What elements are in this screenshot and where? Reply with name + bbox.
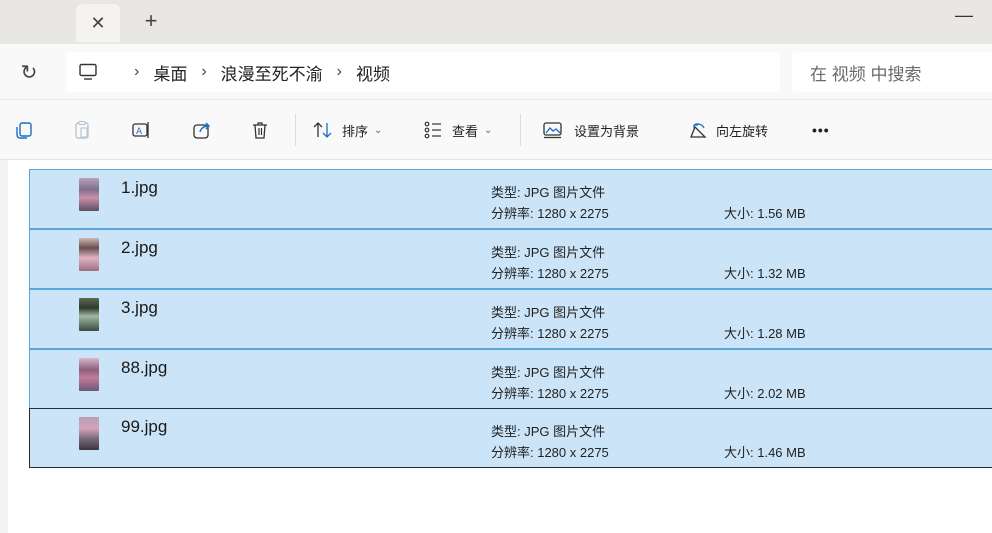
- file-type: 类型: JPG 图片文件: [491, 245, 606, 260]
- file-row[interactable]: 88.jpg 类型: JPG 图片文件 分辨率: 1280 x 2275 大小:…: [29, 349, 992, 409]
- view-label: 查看: [452, 123, 479, 139]
- set-background-icon: [542, 121, 564, 139]
- file-name[interactable]: 1.jpg: [121, 178, 158, 198]
- file-row[interactable]: 1.jpg 类型: JPG 图片文件 分辨率: 1280 x 2275 大小: …: [29, 169, 992, 229]
- plus-icon: +: [144, 8, 158, 33]
- image-thumbnail: [79, 178, 99, 211]
- file-row[interactable]: 2.jpg 类型: JPG 图片文件 分辨率: 1280 x 2275 大小: …: [29, 229, 992, 289]
- share-icon[interactable]: [190, 118, 214, 142]
- image-thumbnail: [79, 417, 99, 450]
- file-type: 类型: JPG 图片文件: [491, 185, 606, 200]
- file-name[interactable]: 2.jpg: [121, 238, 158, 258]
- search-placeholder: 在 视频 中搜索: [810, 64, 922, 84]
- file-resolution: 分辨率: 1280 x 2275: [491, 386, 609, 401]
- toolbar-divider: [295, 114, 296, 146]
- file-resolution: 分辨率: 1280 x 2275: [491, 326, 609, 341]
- breadcrumb-item-current[interactable]: 视频: [356, 60, 390, 85]
- file-name[interactable]: 3.jpg: [121, 298, 158, 318]
- chevron-down-icon: ⌄: [484, 124, 493, 136]
- file-name[interactable]: 88.jpg: [121, 358, 167, 378]
- breadcrumb[interactable]: › 桌面 › 浪漫至死不渝 › 视频: [66, 52, 780, 92]
- copy-icon[interactable]: [12, 118, 36, 142]
- address-bar: ↻ › 桌面 › 浪漫至死不渝 › 视频 在 视频 中搜索: [0, 44, 992, 100]
- refresh-button[interactable]: ↻: [16, 58, 42, 86]
- file-size: 大小: 1.32 MB: [724, 266, 806, 281]
- close-icon: ✕: [90, 12, 106, 33]
- view-button[interactable]: 查看 ⌄: [424, 118, 492, 142]
- chevron-right-icon[interactable]: ›: [337, 63, 342, 81]
- rotate-left-button[interactable]: 向左旋转: [688, 118, 768, 142]
- file-size: 大小: 2.02 MB: [724, 386, 806, 401]
- chevron-right-icon[interactable]: ›: [134, 63, 139, 81]
- rename-icon[interactable]: A: [130, 118, 154, 142]
- file-type: 类型: JPG 图片文件: [491, 365, 606, 380]
- chevron-right-icon[interactable]: ›: [201, 63, 206, 81]
- file-size: 大小: 1.46 MB: [724, 445, 806, 460]
- sort-icon: [312, 121, 334, 139]
- file-size: 大小: 1.56 MB: [724, 206, 806, 221]
- file-name[interactable]: 99.jpg: [121, 417, 167, 437]
- svg-text:A: A: [136, 127, 143, 137]
- sort-button[interactable]: 排序 ⌄: [312, 118, 382, 142]
- new-tab-button[interactable]: +: [136, 6, 166, 36]
- paste-icon[interactable]: [70, 118, 94, 142]
- file-size: 大小: 1.28 MB: [724, 326, 806, 341]
- file-type: 类型: JPG 图片文件: [491, 305, 606, 320]
- rotate-left-label: 向左旋转: [716, 123, 769, 139]
- more-options-button[interactable]: •••: [812, 118, 830, 142]
- image-thumbnail: [79, 358, 99, 391]
- set-background-button[interactable]: 设置为背景: [542, 118, 639, 142]
- minimize-button[interactable]: —: [936, 0, 992, 30]
- file-resolution: 分辨率: 1280 x 2275: [491, 445, 609, 460]
- breadcrumb-item-desktop[interactable]: 桌面: [153, 60, 187, 85]
- navigation-pane-edge: [0, 160, 8, 533]
- refresh-icon: ↻: [20, 61, 38, 84]
- set-background-label: 设置为背景: [574, 123, 640, 139]
- tab-strip: ✕ + —: [0, 0, 992, 44]
- minimize-icon: —: [955, 4, 973, 25]
- file-resolution: 分辨率: 1280 x 2275: [491, 206, 609, 221]
- file-type: 类型: JPG 图片文件: [491, 424, 606, 439]
- tab-close-button[interactable]: ✕: [76, 4, 120, 42]
- command-bar: A 排序 ⌄ 查看 ⌄ 设置为背景 向左旋转 •••: [0, 100, 992, 160]
- image-thumbnail: [79, 238, 99, 271]
- sort-label: 排序: [342, 123, 369, 139]
- toolbar-divider: [520, 114, 521, 146]
- computer-icon[interactable]: [78, 63, 98, 81]
- rotate-left-icon: [688, 121, 708, 139]
- search-input[interactable]: 在 视频 中搜索: [792, 52, 992, 92]
- file-resolution: 分辨率: 1280 x 2275: [491, 266, 609, 281]
- file-row[interactable]: 3.jpg 类型: JPG 图片文件 分辨率: 1280 x 2275 大小: …: [29, 289, 992, 349]
- file-row[interactable]: 99.jpg 类型: JPG 图片文件 分辨率: 1280 x 2275 大小:…: [29, 408, 992, 468]
- view-list-icon: [424, 121, 442, 139]
- delete-icon[interactable]: [248, 118, 272, 142]
- chevron-down-icon: ⌄: [374, 124, 383, 136]
- breadcrumb-item-folder[interactable]: 浪漫至死不渝: [221, 60, 323, 85]
- more-icon: •••: [812, 122, 830, 138]
- image-thumbnail: [79, 298, 99, 331]
